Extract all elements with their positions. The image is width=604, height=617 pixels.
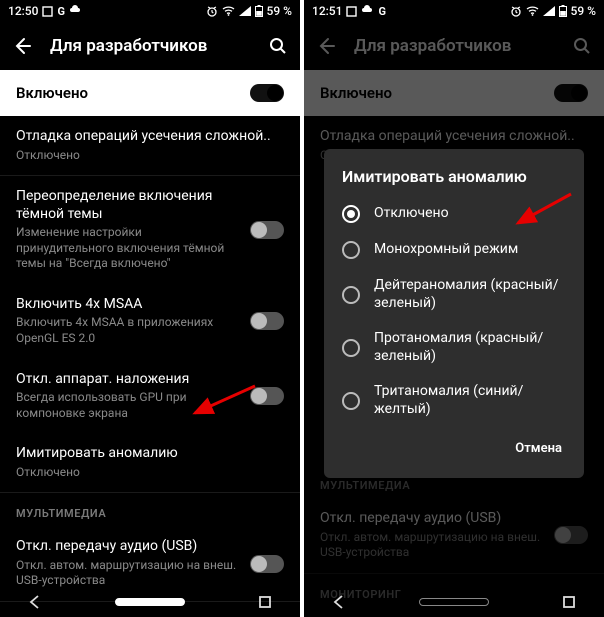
search-icon xyxy=(269,37,287,55)
status-time: 12:50 xyxy=(8,4,38,18)
item-title: Имитировать аномалию xyxy=(16,445,284,463)
item-debug-ops[interactable]: Отладка операций усечения сложной.. Откл… xyxy=(0,116,300,175)
anomaly-dialog: Имитировать аномалию Отключено Монохромн… xyxy=(324,149,584,478)
nav-back-icon[interactable] xyxy=(332,595,346,609)
item-title: Откл. передачу аудио (USB) xyxy=(16,538,240,556)
radio-label: Тританомалия (синий/желтый) xyxy=(374,383,566,418)
radio-off[interactable]: Отключено xyxy=(324,196,584,232)
nav-home-pill[interactable] xyxy=(115,598,185,606)
item-dark-override[interactable]: Переопределение включения тёмной темы Из… xyxy=(0,176,300,284)
radio-monochrome[interactable]: Монохромный режим xyxy=(324,232,584,268)
radio-label: Монохромный режим xyxy=(374,241,518,259)
item-sub: Отключено xyxy=(16,465,284,481)
battery-icon xyxy=(255,5,263,17)
dialog-backdrop[interactable]: Имитировать аномалию Отключено Монохромн… xyxy=(304,0,604,617)
nav-bar xyxy=(304,591,604,613)
radio-icon xyxy=(342,205,360,223)
master-toggle-row[interactable]: Включено xyxy=(0,70,300,116)
section-multimedia: МУЛЬТИМЕДИА xyxy=(0,493,300,526)
back-arrow-icon xyxy=(12,36,32,56)
radio-label: Протаномалия (красный/зеленый) xyxy=(374,330,566,365)
item-sub: Откл. автом. маршрутизацию на внеш. USB-… xyxy=(16,558,240,589)
hw-overlay-toggle[interactable] xyxy=(250,387,284,405)
item-simulate-anomaly[interactable]: Имитировать аномалию Отключено xyxy=(0,433,300,492)
item-sub: Изменение настройки принудительного вклю… xyxy=(16,225,240,272)
master-toggle[interactable] xyxy=(250,84,284,102)
nav-home-pill[interactable] xyxy=(419,598,489,606)
item-title: Откл. аппарат. наложения xyxy=(16,371,240,389)
back-button[interactable] xyxy=(10,34,34,58)
battery-percent: 59 % xyxy=(267,4,292,18)
nav-recent-icon[interactable] xyxy=(562,595,576,609)
cancel-button[interactable]: Отмена xyxy=(509,433,568,464)
item-4x-msaa[interactable]: Включить 4x MSAA Включить 4x MSAA в прил… xyxy=(0,284,300,359)
item-usb-audio[interactable]: Откл. передачу аудио (USB) Откл. автом. … xyxy=(0,526,300,601)
dark-override-toggle[interactable] xyxy=(250,221,284,239)
dialog-title: Имитировать аномалию xyxy=(324,167,584,196)
app-header: Для разработчиков xyxy=(0,22,300,70)
nav-back-icon[interactable] xyxy=(28,595,42,609)
item-title: Отладка операций усечения сложной.. xyxy=(16,128,284,146)
item-hw-overlay[interactable]: Откл. аппарат. наложения Всегда использо… xyxy=(0,359,300,434)
alarm-icon xyxy=(206,5,218,17)
radio-tritanomaly[interactable]: Тританомалия (синий/желтый) xyxy=(324,374,584,427)
master-toggle-label: Включено xyxy=(16,84,88,102)
screenshot-icon xyxy=(42,6,53,17)
usb-audio-toggle[interactable] xyxy=(250,555,284,573)
msaa-toggle[interactable] xyxy=(250,312,284,330)
google-icon: G xyxy=(57,5,65,18)
item-title: Переопределение включения тёмной темы xyxy=(16,188,240,223)
nav-recent-icon[interactable] xyxy=(258,595,272,609)
item-title: Включить 4x MSAA xyxy=(16,296,240,314)
radio-label: Дейтераномалия (красный/зеленый) xyxy=(374,277,566,312)
radio-label: Отключено xyxy=(374,205,449,223)
wifi-icon xyxy=(222,6,235,16)
signal-icon xyxy=(239,6,251,16)
status-bar: 12:50 G 59 % xyxy=(0,0,300,22)
radio-icon xyxy=(342,286,360,304)
page-title: Для разработчиков xyxy=(50,36,250,56)
radio-protanomaly[interactable]: Протаномалия (красный/зеленый) xyxy=(324,321,584,374)
search-button[interactable] xyxy=(266,34,290,58)
cloud-icon xyxy=(69,4,82,18)
radio-icon xyxy=(342,392,360,410)
item-sub: Отключено xyxy=(16,148,284,164)
radio-icon xyxy=(342,339,360,357)
item-sub: Всегда использовать GPU при компоновке э… xyxy=(16,390,240,421)
nav-bar xyxy=(0,591,300,613)
radio-icon xyxy=(342,241,360,259)
item-sub: Включить 4x MSAA в приложениях OpenGL ES… xyxy=(16,315,240,346)
radio-deuteranomaly[interactable]: Дейтераномалия (красный/зеленый) xyxy=(324,268,584,321)
